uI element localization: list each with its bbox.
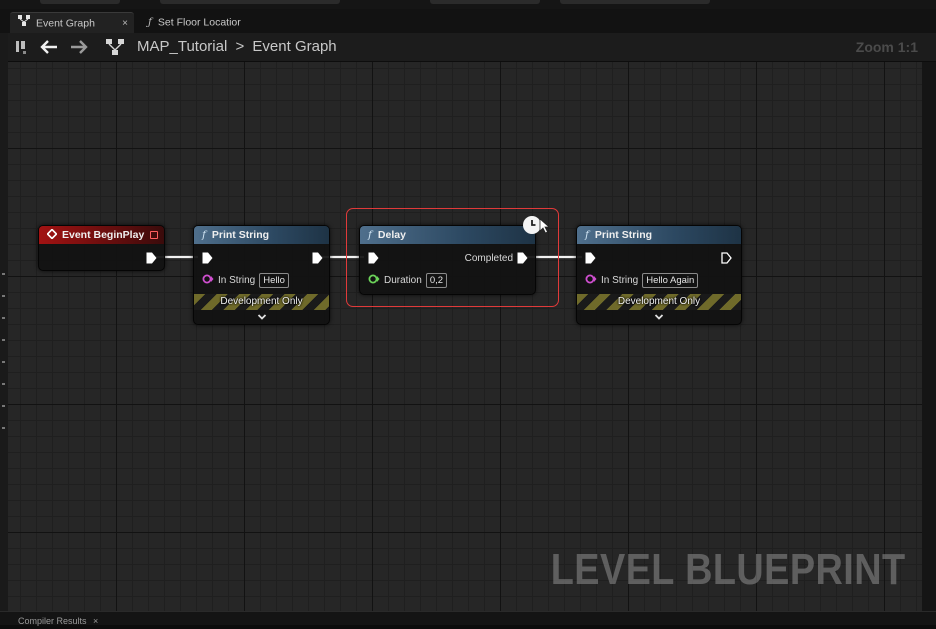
menu-fragment [160,0,340,4]
panel-toggle-icon [16,41,26,54]
arrow-left-icon [40,40,57,54]
divider [2,273,5,275]
graph-icon [18,13,30,34]
divider [2,427,5,429]
node-header: Event BeginPlay [39,226,164,244]
breadcrumb-event-graph[interactable]: Event Graph [252,38,336,55]
tab-set-floor-locatior[interactable]: ƒ Set Floor Locatior [140,12,260,33]
chevron-down-icon[interactable] [654,313,664,321]
tab-label: Event Graph [36,17,95,30]
exec-in-pin[interactable] [202,252,213,264]
breadcrumb: MAP_Tutorial > Event Graph [137,33,337,61]
string-pin-icon[interactable] [585,274,597,284]
exec-in-pin[interactable] [585,252,596,264]
menu-fragment [430,0,540,4]
close-tab-icon[interactable]: × [122,13,128,34]
in-string-value-field[interactable]: Hello [259,273,289,288]
function-icon: ƒ [148,16,152,28]
node-print-string[interactable]: f Print String In String Hello Development… [193,225,330,325]
tab-label: Set Floor Locatior [157,16,241,29]
menu-fragment [560,0,710,4]
node-title: Print String [211,229,270,241]
divider [2,295,5,297]
divider [2,383,5,385]
exec-out-pin[interactable] [146,252,157,264]
in-string-value-field[interactable]: Hello Again [642,273,699,288]
function-icon: f [585,229,589,241]
arrow-right-icon [71,40,88,54]
in-string-pin-row: In String Hello [202,273,289,288]
divider [2,339,5,341]
right-panel-edge [922,62,936,611]
mouse-cursor-icon [539,218,550,234]
node-title: Print String [594,229,653,241]
node-print-string[interactable]: f Print String In String Hello Again Devel… [576,225,742,325]
exec-out-pin-unconnected[interactable] [721,252,732,264]
divider [2,361,5,363]
tab-event-graph[interactable]: Event Graph × [10,12,134,34]
document-tab-bar: Event Graph × ƒ Set Floor Locatior [0,9,936,34]
node-header: f Print String [577,226,741,244]
pin-label: In String [601,275,639,286]
forward-button[interactable] [68,36,90,58]
menu-fragment [40,0,120,4]
pin-label: In String [218,275,256,286]
string-pin-icon[interactable] [202,274,214,284]
bottom-panel-tabs: Compiler Results × [0,611,936,626]
divider [2,317,5,319]
tab-compiler-results[interactable]: Compiler Results × [18,613,98,626]
left-panel-edge [0,33,8,611]
back-button[interactable] [38,36,60,58]
exec-wires [155,255,582,259]
level-blueprint-watermark: LEVEL BLUEPRINT [551,545,906,594]
hide-pins-button[interactable] [10,36,32,58]
graph-toolbar: MAP_Tutorial > Event Graph Zoom 1:1 [8,33,936,62]
blueprint-graph-canvas[interactable]: Event BeginPlay f Print String In String H… [8,62,922,611]
event-diamond-icon [46,228,58,240]
chevron-down-icon[interactable] [257,313,267,321]
breadcrumb-separator: > [235,38,245,55]
node-event-begin-play[interactable]: Event BeginPlay [38,225,165,271]
development-only-banner: Development Only [577,294,741,310]
node-title: Event BeginPlay [62,229,145,241]
graph-icon [104,36,126,58]
divider [2,405,5,407]
breadcrumb-map[interactable]: MAP_Tutorial [137,38,227,55]
compiler-results-label: Compiler Results [18,616,87,626]
zoom-level: Zoom 1:1 [855,39,918,55]
development-only-banner: Development Only [194,294,329,310]
close-tab-icon[interactable]: × [93,616,98,626]
in-string-pin-row: In String Hello Again [585,273,699,288]
node-header: f Print String [194,226,329,244]
delegate-pin-icon[interactable] [150,231,158,239]
function-icon: f [202,229,206,241]
exec-out-pin[interactable] [312,252,323,264]
